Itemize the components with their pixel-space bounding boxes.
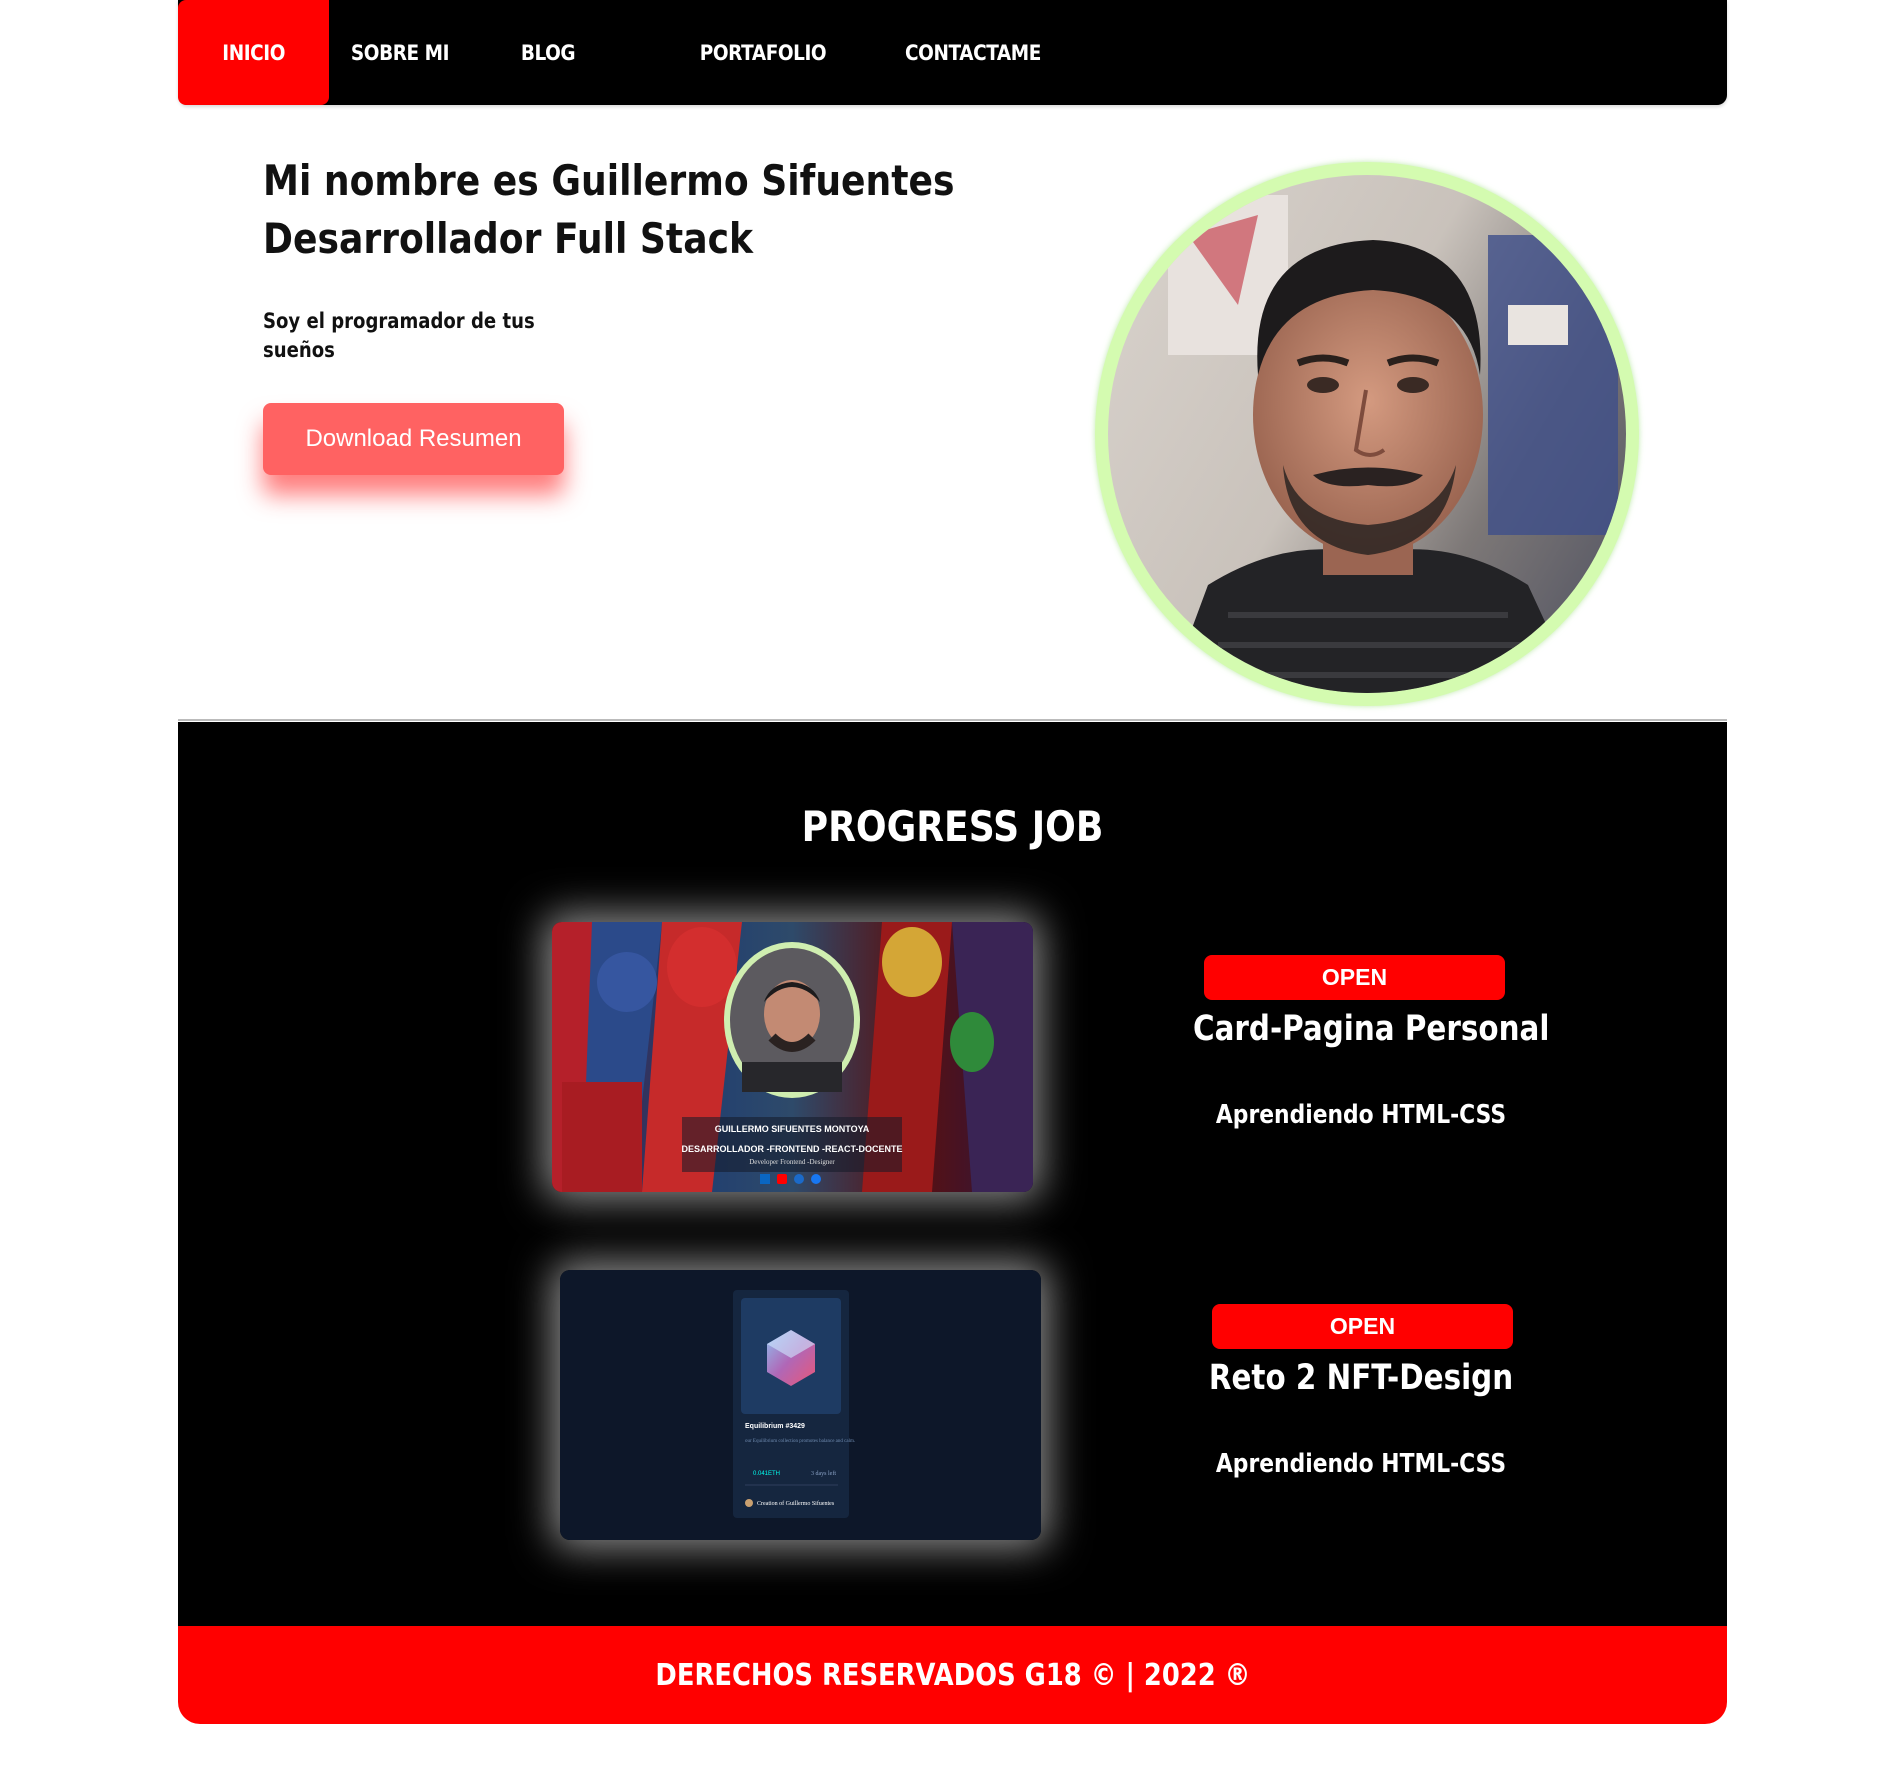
youtube-icon	[777, 1174, 787, 1184]
nav-item-sobre-mi[interactable]: SOBRE MI	[341, 0, 459, 105]
linkedin-icon	[760, 1174, 770, 1184]
github-icon	[794, 1174, 804, 1184]
nft-time-left: 3 days left	[811, 1470, 836, 1477]
nft-title: Equilibrium #3429	[745, 1423, 805, 1430]
nav-item-portafolio[interactable]: PORTAFOLIO	[697, 0, 829, 105]
project-description: Aprendiendo HTML-CSS	[1215, 1449, 1507, 1479]
project-name: Card-Pagina Personal	[1193, 1009, 1550, 1049]
progress-title: PROGRESS JOB	[801, 802, 1104, 851]
footer-copyright: DERECHOS RESERVADOS G18 © | 2022 ®	[654, 1657, 1251, 1693]
section-divider	[178, 719, 1727, 721]
nav-item-label: INICIO	[222, 40, 285, 65]
avatar	[1108, 175, 1626, 693]
avengers-banner-image: GUILLERMO SIFUENTES MONTOYA DESARROLLADO…	[552, 922, 1033, 1192]
project-name: Reto 2 NFT-Design	[1208, 1358, 1514, 1398]
creator-avatar-icon	[745, 1499, 753, 1507]
project-status-badge[interactable]: OPEN	[1212, 1304, 1513, 1349]
avatar-ring	[1095, 162, 1639, 706]
nav-item-label: BLOG	[520, 40, 576, 65]
avatar-portrait-image	[1168, 195, 1618, 693]
project-thumbnail-nft-design[interactable]: Equilibrium #3429 our Equilibrium collec…	[560, 1270, 1041, 1540]
nav-item-inicio[interactable]: INICIO	[178, 0, 329, 105]
project-thumbnail-card-pagina-personal[interactable]: GUILLERMO SIFUENTES MONTOYA DESARROLLADO…	[552, 922, 1033, 1192]
thumb-subtag: Developer Frontend -Designer	[749, 1158, 835, 1166]
hero-title: Mi nombre es Guillermo Sifuentes Desarro…	[263, 152, 1037, 268]
hero-title-line-2: Desarrollador Full Stack	[263, 214, 754, 263]
download-resume-button[interactable]: Download Resumen	[263, 403, 564, 475]
project-status-badge[interactable]: OPEN	[1204, 955, 1505, 1000]
facebook-icon	[811, 1174, 821, 1184]
thumb-tagline: DESARROLLADOR -FRONTEND -REACT-DOCENTE	[682, 1144, 903, 1154]
navbar: INICIO SOBRE MI BLOG PORTAFOLIO CONTACTA…	[178, 0, 1727, 105]
nav-item-blog[interactable]: BLOG	[504, 0, 592, 105]
nft-description: our Equilibrium collection promotes bala…	[745, 1439, 855, 1444]
nav-item-label: PORTAFOLIO	[699, 40, 827, 65]
progress-section: PROGRESS JOB GUILLERMO SIFUENTES MONTOYA…	[178, 722, 1727, 1626]
nav-item-label: CONTACTAME	[905, 40, 1041, 65]
footer: DERECHOS RESERVADOS G18 © | 2022 ®	[178, 1626, 1727, 1724]
nft-creator: Creation of Guillermo Sifuentes	[757, 1500, 835, 1507]
hero-title-line-1: Mi nombre es Guillermo Sifuentes	[263, 156, 955, 205]
nav-item-label: SOBRE MI	[350, 40, 450, 65]
nft-card-image: Equilibrium #3429 our Equilibrium collec…	[560, 1270, 1041, 1540]
nav-item-contactame[interactable]: CONTACTAME	[903, 0, 1044, 105]
thumb-person-name: GUILLERMO SIFUENTES MONTOYA	[715, 1124, 870, 1134]
project-description: Aprendiendo HTML-CSS	[1215, 1100, 1507, 1130]
hero-subtitle: Soy el programador de tus sueños	[263, 309, 535, 362]
nft-price: 0.041ETH	[753, 1471, 780, 1477]
